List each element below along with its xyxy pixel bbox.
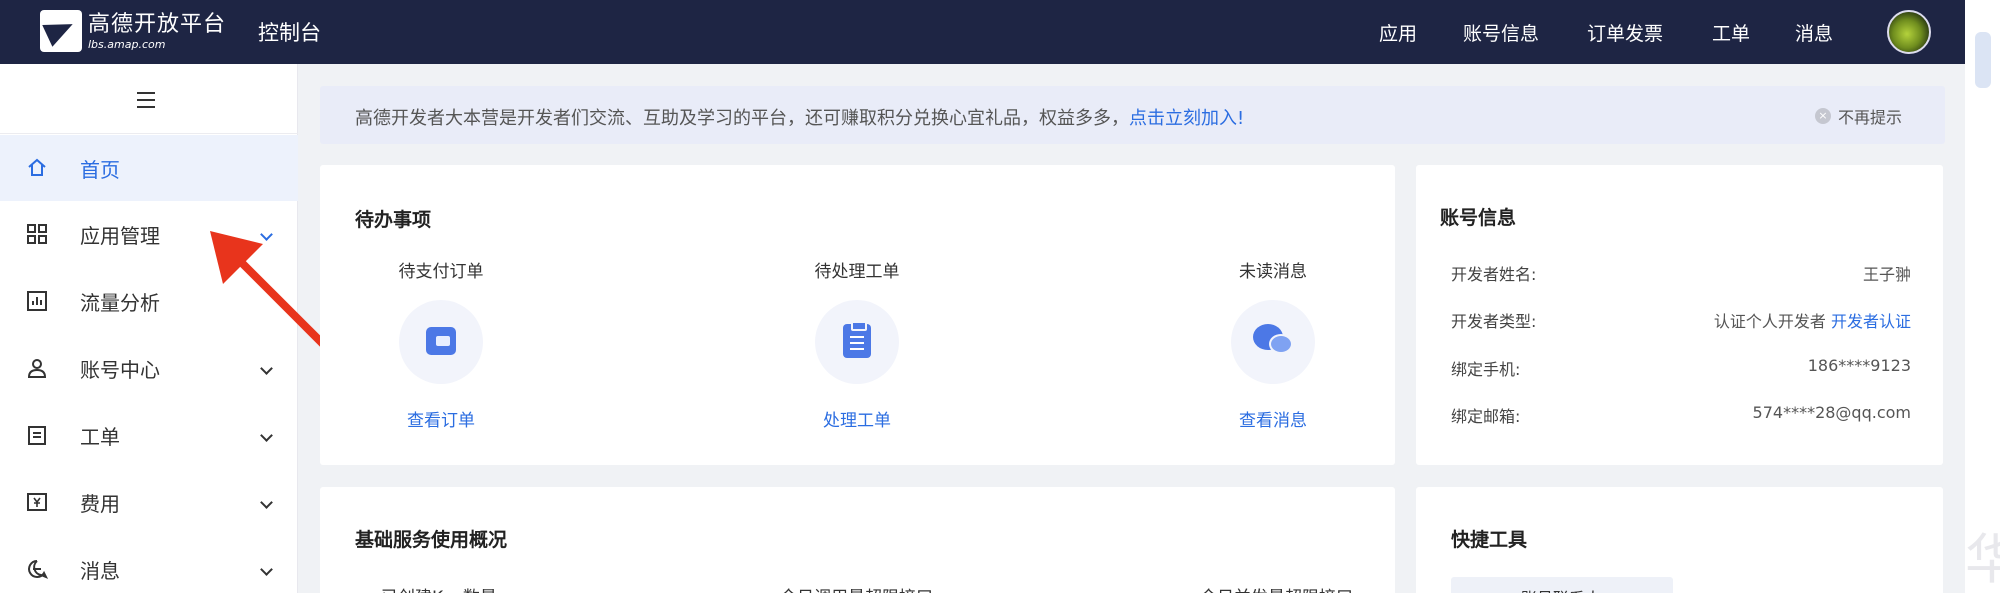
todo-card: 待办事项 待支付订单 查看订单 待处理工单 处理工单 未读消息 查看消息 [320, 165, 1395, 465]
developer-type-row: 开发者类型: 认证个人开发者 开发者认证 [1451, 308, 1911, 332]
sidebar-item-label: 应用管理 [80, 223, 160, 248]
sidebar-item-label: 首页 [80, 157, 120, 182]
account-title: 账号信息 [1440, 207, 1517, 229]
scrollbar-thumb[interactable] [1975, 32, 1991, 88]
todo-head: 未读消息 [1239, 262, 1307, 282]
nav-account-info[interactable]: 账号信息 [1463, 19, 1539, 46]
nav-messages[interactable]: 消息 [1795, 19, 1833, 46]
view-orders-link[interactable]: 查看订单 [371, 406, 511, 431]
todo-unread-messages: 未读消息 查看消息 [1203, 257, 1343, 431]
chat-bubble-icon[interactable] [1231, 300, 1315, 384]
developer-certification-link[interactable]: 开发者认证 [1831, 312, 1911, 331]
user-icon [27, 359, 47, 378]
sidebar-item-label: 账号中心 [80, 357, 160, 382]
logo-url: lbs.amap.com [88, 37, 166, 51]
chevron-down-icon [260, 428, 273, 442]
sidebar-item-label: 工单 [80, 424, 120, 449]
page-edge [1965, 0, 2000, 593]
logo-name: 高德开放平台 [88, 11, 227, 37]
developer-name-row: 开发者姓名: 王子翀 [1451, 261, 1911, 285]
row-value: 574****28@qq.com [1752, 403, 1911, 422]
amap-logo[interactable]: 高德开放平台 lbs.amap.com [40, 10, 226, 52]
banner-join-link[interactable]: 点击立刻加入! [1129, 108, 1244, 129]
sidebar-item-label: 消息 [80, 558, 120, 583]
user-avatar[interactable] [1887, 10, 1931, 54]
usage-title: 基础服务使用概况 [355, 529, 508, 551]
quick-tools-card: 快捷工具 账号联系人 [1416, 487, 1943, 593]
bound-email-row: 绑定邮箱: 574****28@qq.com [1451, 403, 1911, 427]
row-value: 王子翀 [1862, 265, 1911, 284]
quick-title: 快捷工具 [1451, 529, 1528, 551]
clipboard-icon[interactable] [815, 300, 899, 384]
bound-phone-row: 绑定手机: 186****9123 [1451, 356, 1911, 380]
keys-created-label: 已创建Key数量 [381, 583, 497, 593]
concurrency-limit-exceeded-label: 今日并发量超限接口 [1200, 583, 1353, 593]
yen-icon [27, 493, 47, 511]
watermark: 华 [1965, 528, 2000, 591]
banner-dismiss-label: 不再提示 [1838, 108, 1903, 127]
top-navbar: 高德开放平台 lbs.amap.com 控制台 应用 账号信息 订单发票 工单 … [0, 0, 1965, 64]
todo-unpaid-orders: 待支付订单 查看订单 [371, 257, 511, 431]
quick-tool-button[interactable]: 账号联系人 [1451, 577, 1673, 593]
call-limit-exceeded-label: 今日调用量超限接口 [780, 583, 933, 593]
row-label: 绑定邮箱: [1451, 407, 1521, 426]
row-label: 绑定手机: [1451, 360, 1521, 379]
todo-head: 待处理工单 [814, 262, 900, 282]
quick-tool-label: 账号联系人 [1521, 585, 1601, 593]
nav-orders-invoices[interactable]: 订单发票 [1587, 19, 1663, 46]
grid-icon [27, 224, 47, 244]
account-info-card: 账号信息 开发者姓名: 王子翀 开发者类型: 认证个人开发者 开发者认证 绑定手… [1416, 165, 1943, 465]
menu-toggle-icon[interactable] [137, 92, 155, 108]
sidebar-item-label: 流量分析 [80, 290, 160, 315]
logo-icon [40, 10, 82, 52]
chart-icon [27, 291, 47, 311]
chevron-down-icon [260, 495, 273, 509]
handle-tickets-link[interactable]: 处理工单 [787, 406, 927, 431]
todo-title: 待办事项 [355, 209, 432, 231]
nav-apps[interactable]: 应用 [1379, 19, 1417, 46]
todo-pending-tickets: 待处理工单 处理工单 [787, 257, 927, 431]
community-banner: 高德开发者大本营是开发者们交流、互助及学习的平台，还可赚取积分兑换心宜礼品，权益… [320, 86, 1945, 144]
banner-dismiss-button[interactable]: × 不再提示 [1815, 104, 1902, 128]
wallet-icon[interactable] [399, 300, 483, 384]
banner-text: 高德开发者大本营是开发者们交流、互助及学习的平台，还可赚取积分兑换心宜礼品，权益… [355, 108, 1129, 129]
nav-tickets[interactable]: 工单 [1712, 19, 1750, 46]
console-title: 控制台 [258, 21, 321, 45]
sidebar-item-messages[interactable]: 消息 [0, 536, 298, 593]
row-value: 186****9123 [1807, 356, 1911, 375]
home-icon [28, 158, 46, 176]
todo-head: 待支付订单 [398, 262, 484, 282]
row-label: 开发者类型: [1451, 312, 1537, 331]
sidebar-item-tickets[interactable]: 工单 [0, 402, 298, 468]
view-messages-link[interactable]: 查看消息 [1203, 406, 1343, 431]
sidebar-divider [0, 133, 298, 134]
row-value: 认证个人开发者 [1713, 312, 1826, 331]
ticket-icon [28, 426, 46, 445]
chat-icon [28, 560, 48, 579]
service-usage-card: 基础服务使用概况 已创建Key数量 今日调用量超限接口 今日并发量超限接口 [320, 487, 1395, 593]
chevron-down-icon [260, 562, 273, 576]
sidebar-item-home[interactable]: 首页 [0, 135, 298, 201]
close-icon: × [1815, 108, 1831, 124]
row-label: 开发者姓名: [1451, 265, 1537, 284]
sidebar-item-fees[interactable]: 费用 [0, 469, 298, 535]
sidebar-item-label: 费用 [80, 491, 120, 516]
